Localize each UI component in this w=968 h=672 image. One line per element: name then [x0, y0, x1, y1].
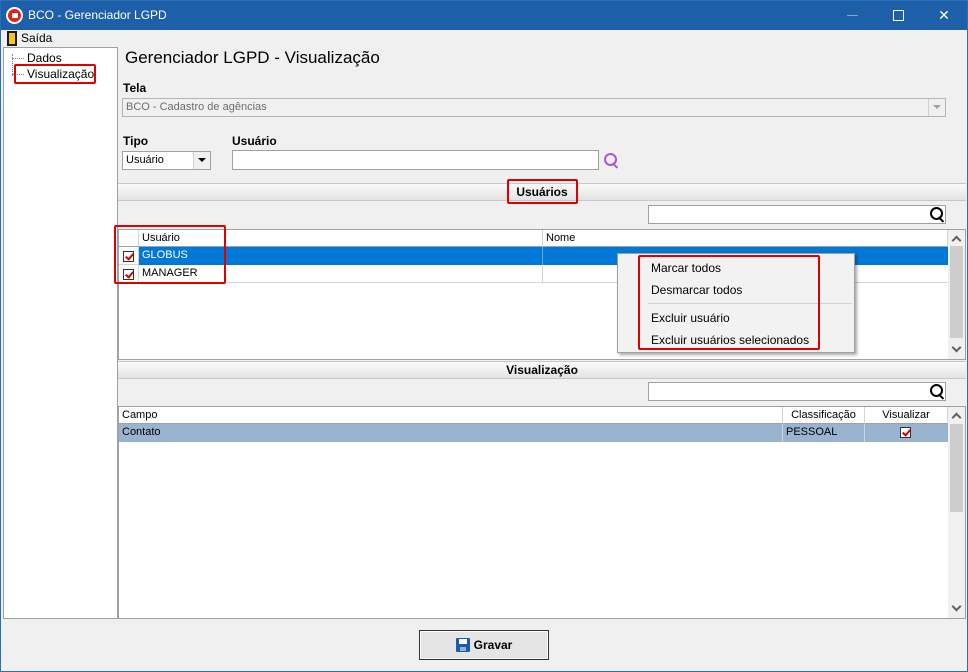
app-logo-icon: [6, 7, 23, 24]
scroll-up-icon[interactable]: [951, 235, 962, 246]
maximize-icon: [893, 10, 904, 21]
view-grid-header-field[interactable]: Campo: [119, 407, 783, 424]
screen-label: Tela: [123, 81, 147, 95]
page-title: Gerenciador LGPD - Visualização: [125, 48, 380, 67]
scroll-up-icon[interactable]: [951, 412, 962, 423]
screen-combobox[interactable]: BCO - Cadastro de agências: [122, 98, 946, 117]
minimize-button[interactable]: [829, 1, 875, 30]
type-combobox[interactable]: Usuário: [122, 151, 211, 170]
view-filter-search-icon[interactable]: [929, 383, 947, 401]
field-cell: Contato: [119, 424, 783, 442]
view-grid-header-visualize[interactable]: Visualizar: [865, 407, 948, 424]
user-input[interactable]: [232, 150, 599, 170]
scroll-down-icon[interactable]: [951, 342, 962, 353]
title-bar[interactable]: BCO - Gerenciador LGPD ✕: [1, 1, 967, 30]
type-combobox-value: Usuário: [126, 154, 164, 166]
scroll-thumb[interactable]: [950, 424, 963, 512]
scroll-thumb[interactable]: [950, 246, 963, 338]
chevron-down-icon[interactable]: [928, 99, 945, 116]
floppy-disk-icon: [456, 638, 470, 652]
visualize-checkbox[interactable]: [900, 427, 911, 438]
menu-exit-label: Saída: [21, 31, 53, 45]
highlight-box: [114, 225, 226, 284]
window-title: BCO - Gerenciador LGPD: [28, 8, 167, 22]
tree-connector: [12, 58, 24, 59]
highlight-box: [638, 255, 820, 350]
users-grid-scrollbar[interactable]: [948, 230, 965, 359]
menu-exit[interactable]: Saída: [5, 30, 52, 48]
type-label: Tipo: [123, 134, 149, 148]
users-filter-search-icon[interactable]: [929, 206, 947, 224]
screen-combobox-value: BCO - Cadastro de agências: [126, 101, 267, 113]
highlight-box: [507, 179, 578, 204]
app-window: BCO - Gerenciador LGPD ✕ Saída Dados Vis…: [0, 0, 968, 672]
maximize-button[interactable]: [875, 1, 921, 30]
view-section-header: Visualização: [118, 361, 966, 379]
users-grid-header-name[interactable]: Nome: [543, 230, 948, 247]
menu-bar: Saída: [2, 30, 967, 48]
user-label: Usuário: [232, 134, 277, 148]
view-grid-header-classification[interactable]: Classificação: [783, 407, 865, 424]
view-filter-input[interactable]: [648, 382, 946, 401]
save-button[interactable]: Gravar: [419, 630, 549, 660]
user-search-icon[interactable]: [603, 152, 621, 170]
view-grid-scrollbar[interactable]: [948, 407, 965, 618]
navigation-tree[interactable]: Dados Visualização: [3, 47, 118, 619]
view-section-title: Visualização: [506, 363, 578, 377]
highlight-box: [14, 64, 96, 84]
scroll-down-icon[interactable]: [951, 601, 962, 612]
users-filter-input[interactable]: [648, 205, 946, 224]
view-grid[interactable]: Campo Classificação Visualizar Contato P…: [118, 406, 966, 619]
close-icon: ✕: [938, 7, 950, 23]
classification-cell: PESSOAL: [783, 424, 865, 442]
chevron-down-icon[interactable]: [193, 152, 210, 169]
minimize-icon: [847, 15, 858, 16]
close-button[interactable]: ✕: [921, 1, 967, 30]
exit-door-icon: [7, 31, 17, 46]
